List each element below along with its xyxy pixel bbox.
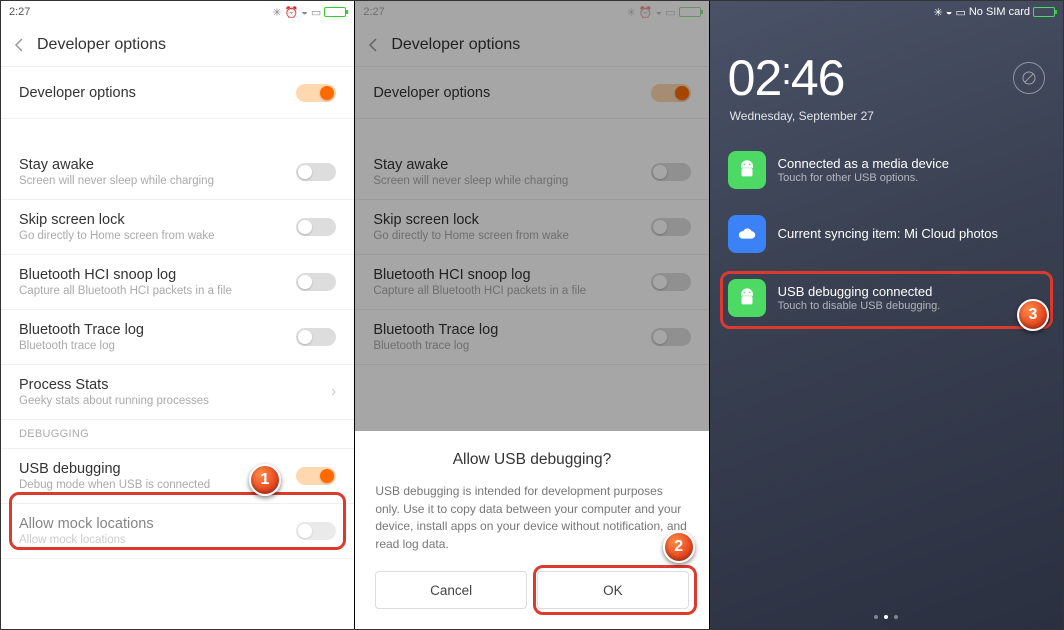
label: Process Stats <box>19 377 331 393</box>
signal-icon: ▭ <box>955 6 965 19</box>
toggle-bt-trace-log[interactable] <box>296 328 336 346</box>
wifi-icon: ◒ <box>301 6 308 18</box>
annotation-badge-1: 1 <box>249 464 281 496</box>
clock-hours: 02 <box>728 49 782 107</box>
lock-clock: 02 : 46 <box>728 49 845 107</box>
row-process-stats[interactable]: Process Stats Geeky stats about running … <box>1 365 354 420</box>
lock-clock-row: 02 : 46 <box>710 23 1063 109</box>
clock-colon: : <box>781 51 791 94</box>
label: Skip screen lock <box>19 212 296 228</box>
notification-media-device[interactable]: Connected as a media device Touch for ot… <box>722 141 1051 199</box>
label: Bluetooth Trace log <box>19 322 296 338</box>
sublabel: Allow mock locations <box>19 534 296 546</box>
three-phone-composite: 2:27 ✳ ⏰ ◒ ▭ Developer options Developer… <box>0 0 1064 630</box>
clock-mins: 46 <box>791 49 845 107</box>
dialog-title: Allow USB debugging? <box>375 451 688 469</box>
spacer <box>1 119 354 145</box>
sublabel: Bluetooth trace log <box>19 340 296 352</box>
label: Developer options <box>19 85 296 101</box>
sublabel: Geeky stats about running processes <box>19 395 331 407</box>
annotation-badge-3: 3 <box>1017 299 1049 331</box>
clear-notifications-button[interactable] <box>1013 62 1045 94</box>
page-title: Developer options <box>37 36 166 54</box>
row-developer-options[interactable]: Developer options <box>1 67 354 119</box>
notif-title: Current syncing item: Mi Cloud photos <box>778 226 1045 241</box>
chevron-left-icon <box>14 37 24 53</box>
phone-2-allow-dialog: 2:27 ✳ ⏰ ◒ ▭ Developer options Developer… <box>355 1 709 629</box>
notif-subtitle: Touch to disable USB debugging. <box>778 300 1045 312</box>
status-bar: ✳ ◒ ▭ No SIM card <box>710 1 1063 23</box>
status-bar: 2:27 ✳ ⏰ ◒ ▭ <box>1 1 354 23</box>
status-icons: ✳ ◒ ▭ No SIM card <box>934 6 1055 19</box>
dnd-icon: ✳ <box>934 6 943 19</box>
cloud-icon <box>728 215 766 253</box>
ok-button[interactable]: OK <box>537 571 689 609</box>
wifi-icon: ◒ <box>946 6 953 18</box>
notification-usb-debugging[interactable]: USB debugging connected Touch to disable… <box>722 269 1051 327</box>
phone-1-developer-options: 2:27 ✳ ⏰ ◒ ▭ Developer options Developer… <box>1 1 355 629</box>
toggle-stay-awake[interactable] <box>296 163 336 181</box>
status-icons: ✳ ⏰ ◒ ▭ <box>272 6 346 19</box>
toggle-usb-debugging[interactable] <box>296 467 336 485</box>
annotation-badge-2: 2 <box>663 531 695 563</box>
section-debugging-header: DEBUGGING <box>1 420 354 449</box>
battery-icon <box>1033 7 1055 17</box>
chevron-right-icon: › <box>331 383 336 401</box>
sublabel: Capture all Bluetooth HCI packets in a f… <box>19 285 296 297</box>
signal-icon: ▭ <box>311 6 321 19</box>
toggle-bt-hci-snoop[interactable] <box>296 273 336 291</box>
label: Allow mock locations <box>19 516 296 532</box>
page-header: Developer options <box>1 23 354 67</box>
phone-3-lockscreen: ✳ ◒ ▭ No SIM card 02 : 46 Wednesday, Sep… <box>710 1 1063 629</box>
alarm-icon: ⏰ <box>285 6 299 19</box>
page-indicator <box>710 615 1063 619</box>
label: Stay awake <box>19 157 296 173</box>
dnd-icon: ✳ <box>272 6 281 19</box>
back-button[interactable] <box>1 37 37 53</box>
toggle-mock-locations[interactable] <box>296 522 336 540</box>
label: Bluetooth HCI snoop log <box>19 267 296 283</box>
toggle-skip-screen-lock[interactable] <box>296 218 336 236</box>
dialog-body: USB debugging is intended for developmen… <box>375 483 688 553</box>
notification-mi-cloud[interactable]: Current syncing item: Mi Cloud photos <box>722 205 1051 263</box>
sublabel: Go directly to Home screen from wake <box>19 230 296 242</box>
android-icon <box>728 151 766 189</box>
usb-debugging-dialog: Allow USB debugging? USB debugging is in… <box>355 431 708 629</box>
battery-icon <box>324 7 346 17</box>
row-mock-locations[interactable]: Allow mock locations Allow mock location… <box>1 504 354 559</box>
toggle-developer-options[interactable] <box>296 84 336 102</box>
row-skip-screen-lock[interactable]: Skip screen lock Go directly to Home scr… <box>1 200 354 255</box>
cancel-button[interactable]: Cancel <box>375 571 527 609</box>
notif-title: USB debugging connected <box>778 284 1045 299</box>
row-usb-debugging[interactable]: USB debugging Debug mode when USB is con… <box>1 449 354 504</box>
sublabel: Screen will never sleep while charging <box>19 175 296 187</box>
row-bt-hci-snoop[interactable]: Bluetooth HCI snoop log Capture all Blue… <box>1 255 354 310</box>
notif-subtitle: Touch for other USB options. <box>778 172 1045 184</box>
android-icon <box>728 279 766 317</box>
no-sim-label: No SIM card <box>969 6 1030 18</box>
lock-date: Wednesday, September 27 <box>710 109 1063 135</box>
status-time: 2:27 <box>9 6 30 18</box>
row-stay-awake[interactable]: Stay awake Screen will never sleep while… <box>1 145 354 200</box>
row-bt-trace-log[interactable]: Bluetooth Trace log Bluetooth trace log <box>1 310 354 365</box>
notif-title: Connected as a media device <box>778 156 1045 171</box>
cancel-icon <box>1022 71 1036 85</box>
